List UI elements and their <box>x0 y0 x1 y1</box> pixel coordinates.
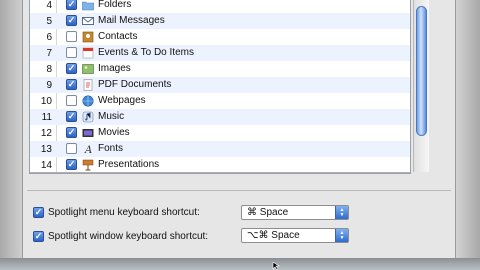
list-row-presentations[interactable]: 14 Presentations <box>30 157 410 173</box>
category-label: Contacts <box>98 31 138 42</box>
globe-icon <box>82 95 94 107</box>
category-label: Events & To Do Items <box>98 47 194 58</box>
menu-shortcut-label: Spotlight menu keyboard shortcut: <box>48 206 200 218</box>
category-checkbox[interactable] <box>66 15 77 26</box>
category-checkbox[interactable] <box>66 47 77 58</box>
row-number: 8 <box>46 63 52 75</box>
list-row-contacts[interactable]: 6 Contacts <box>30 29 410 45</box>
list-row-fonts[interactable]: 13 A Fonts <box>30 141 410 157</box>
row-number: 9 <box>46 79 52 91</box>
image-icon <box>82 63 94 75</box>
list-scrollbar[interactable] <box>413 0 429 172</box>
window-shortcut-label: Spotlight window keyboard shortcut: <box>48 230 209 242</box>
row-number: 4 <box>46 0 52 11</box>
window-shortcut-popup[interactable]: ⌥⌘ Space ▲ ▼ <box>241 228 349 243</box>
category-checkbox[interactable] <box>66 95 77 106</box>
category-checkbox[interactable] <box>66 127 77 138</box>
category-checkbox[interactable] <box>66 159 77 170</box>
category-label: Webpages <box>98 95 146 106</box>
pdf-icon <box>82 79 94 91</box>
row-number: 11 <box>41 111 52 123</box>
window-shortcut-row: Spotlight window keyboard shortcut: <box>33 228 208 244</box>
list-row-music[interactable]: 11 Music <box>30 109 410 125</box>
background-right <box>454 0 480 270</box>
font-icon: A <box>82 143 94 156</box>
category-label: Fonts <box>98 143 124 154</box>
background-left <box>0 0 22 270</box>
svg-text:A: A <box>84 145 92 155</box>
category-checkbox[interactable] <box>66 143 77 154</box>
menu-shortcut-checkbox[interactable] <box>33 206 44 218</box>
popup-arrows-icon: ▲ ▼ <box>335 229 348 242</box>
spotlight-preferences-window: 4 Folders 5 Mail Messages 6 Contacts 7 Events &… <box>22 0 456 258</box>
movie-icon <box>82 127 94 139</box>
list-row-images[interactable]: 8 Images <box>30 61 410 77</box>
list-row-pdf-documents[interactable]: 9 PDF Documents <box>30 77 410 93</box>
music-icon <box>82 111 94 123</box>
contacts-icon <box>82 31 94 43</box>
row-number: 7 <box>46 47 52 59</box>
section-divider <box>27 190 451 191</box>
category-checkbox[interactable] <box>66 31 77 42</box>
category-checkbox[interactable] <box>66 111 77 122</box>
mouse-cursor-icon <box>272 262 280 270</box>
category-checkbox[interactable] <box>66 79 77 90</box>
category-label: Mail Messages <box>98 15 165 26</box>
presentation-icon <box>82 159 94 171</box>
list-row-movies[interactable]: 12 Movies <box>30 125 410 141</box>
category-label: Folders <box>98 0 132 10</box>
search-results-order-list: 4 Folders 5 Mail Messages 6 Contacts 7 Events &… <box>29 0 411 174</box>
category-checkbox[interactable] <box>66 0 77 10</box>
folder-icon <box>81 0 95 11</box>
list-row-mail-messages[interactable]: 5 Mail Messages <box>30 13 410 29</box>
row-number: 10 <box>40 95 52 107</box>
dock-strip <box>0 258 480 270</box>
window-shortcut-checkbox[interactable] <box>33 230 44 242</box>
list-row-webpages[interactable]: 10 Webpages <box>30 93 410 109</box>
window-shortcut-value: ⌥⌘ Space <box>247 230 300 241</box>
popup-arrows-icon: ▲ ▼ <box>335 206 348 219</box>
row-number: 14 <box>40 159 52 171</box>
scrollbar-thumb[interactable] <box>416 6 427 136</box>
calendar-icon <box>82 47 94 59</box>
menu-shortcut-popup[interactable]: ⌘ Space ▲ ▼ <box>241 205 349 220</box>
category-label: Music <box>98 111 125 122</box>
row-number: 6 <box>46 31 52 43</box>
menu-shortcut-row: Spotlight menu keyboard shortcut: <box>33 204 200 220</box>
row-number: 12 <box>40 127 52 139</box>
list-row-events-to-do-items[interactable]: 7 Events & To Do Items <box>30 45 410 61</box>
row-number: 5 <box>46 15 52 27</box>
list-row-folders[interactable]: 4 Folders <box>30 0 410 13</box>
row-number: 13 <box>40 143 52 155</box>
mail-icon <box>82 15 94 27</box>
category-label: Movies <box>98 127 130 138</box>
menu-shortcut-value: ⌘ Space <box>247 207 289 218</box>
category-label: Images <box>98 63 131 74</box>
category-label: Presentations <box>98 159 160 170</box>
category-label: PDF Documents <box>98 79 172 90</box>
category-checkbox[interactable] <box>66 63 77 74</box>
